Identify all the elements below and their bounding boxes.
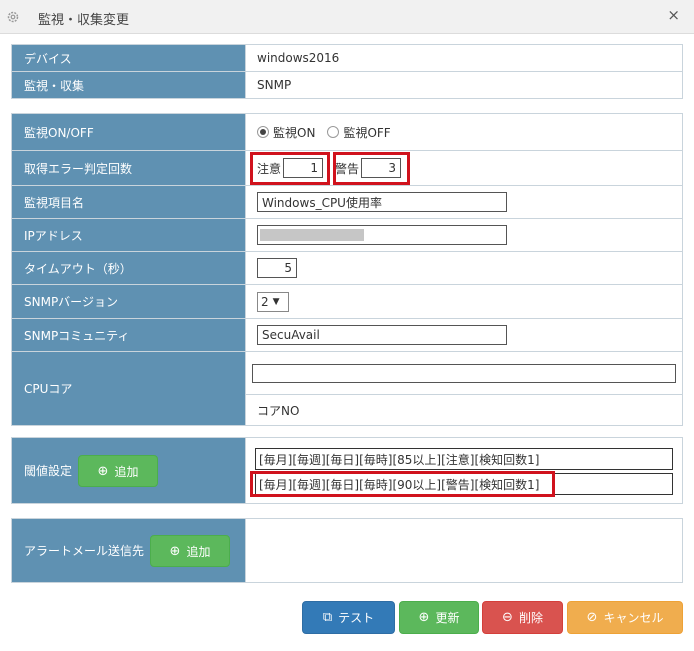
test-button-label: テスト [338, 611, 375, 625]
caution-input[interactable]: 1 [283, 158, 324, 178]
ip-row: IPアドレス [12, 219, 682, 252]
delete-button-label: 削除 [518, 611, 543, 625]
item-name-input[interactable]: Windows_CPU使用率 [257, 192, 507, 212]
minus-circle-icon: ⊖ [502, 610, 513, 625]
delete-button[interactable]: ⊖ 削除 [482, 601, 563, 634]
snmp-version-select[interactable]: 2 ▼ [257, 291, 289, 312]
warning-label: 警告 [335, 161, 360, 176]
collection-row: 監視・収集 SNMP [12, 72, 682, 99]
snmp-version-row: SNMPバージョン 2 ▼ [12, 285, 682, 319]
monitor-off-radio[interactable] [327, 126, 340, 138]
caution-label: 注意 [257, 161, 282, 176]
monitor-label: 監視ON/OFF [12, 114, 246, 150]
item-name-label: 監視項目名 [12, 186, 246, 218]
test-button[interactable]: ⧉ テスト [302, 601, 395, 634]
snmp-version-label: SNMPバージョン [12, 285, 246, 318]
network-icon: ⧉ [322, 610, 333, 625]
collection-label: 監視・収集 [12, 72, 246, 98]
snmp-community-input[interactable]: SecuAvail [257, 325, 507, 345]
cancel-button[interactable]: ⊘ キャンセル [567, 601, 683, 634]
threshold-add-button[interactable]: ⊕ 追加 [78, 455, 158, 487]
settings-table: 監視ON/OFF 監視ON 監視OFF 取得エラー判定回数 注意 1 警告 3 … [11, 113, 683, 426]
timeout-label: タイムアウト（秒） [12, 252, 246, 284]
cpu-core-caption: コアNO [257, 403, 300, 418]
threshold-add-label: 追加 [114, 464, 139, 479]
alert-mail-add-button[interactable]: ⊕ 追加 [150, 535, 230, 567]
monitor-off-label: 監視OFF [343, 125, 391, 140]
alert-mail-table: アラートメール送信先 [11, 518, 683, 583]
item-name-row: 監視項目名 Windows_CPU使用率 [12, 186, 682, 219]
timeout-row: タイムアウト（秒） 5 [12, 252, 682, 285]
cpu-core-label: CPUコア [12, 352, 246, 425]
dialog-titlebar: 監視・収集変更 × [0, 0, 694, 34]
threshold-label: 閾値設定 [24, 464, 73, 478]
error-count-values: 注意 1 警告 3 [246, 151, 682, 185]
alert-mail-row: アラートメール送信先 [12, 519, 682, 583]
ip-redaction-mask [260, 229, 364, 241]
monitor-options: 監視ON 監視OFF [246, 114, 682, 150]
plus-circle-icon: ⊕ [169, 543, 181, 559]
dropdown-arrow-icon: ▼ [272, 296, 280, 307]
threshold-line-1[interactable]: [毎月][毎週][毎日][毎時][85以上][注意][検知回数1] [255, 448, 673, 470]
plus-circle-icon: ⊕ [418, 610, 430, 625]
device-row: デバイス windows2016 [12, 45, 682, 72]
ban-icon: ⊘ [586, 610, 598, 625]
alert-mail-add-label: 追加 [186, 544, 211, 559]
snmp-community-label: SNMPコミュニティ [12, 319, 246, 351]
cpu-core-input[interactable] [252, 363, 676, 383]
threshold-line-2[interactable]: [毎月][毎週][毎日][毎時][90以上][警告][検知回数1] [255, 473, 673, 495]
device-label: デバイス [12, 45, 246, 71]
update-button-label: 更新 [435, 611, 460, 625]
update-button[interactable]: ⊕ 更新 [399, 601, 479, 634]
ip-input[interactable] [257, 225, 507, 245]
gear-icon [7, 11, 19, 23]
dialog-title: 監視・収集変更 [38, 13, 130, 28]
warning-input[interactable]: 3 [361, 158, 402, 178]
monitor-on-label: 監視ON [273, 125, 316, 140]
ip-label: IPアドレス [12, 219, 246, 251]
cancel-button-label: キャンセル [603, 611, 664, 625]
monitor-on-radio[interactable] [257, 126, 269, 138]
snmp-community-row: SNMPコミュニティ SecuAvail [12, 319, 682, 352]
collection-value: SNMP [246, 72, 682, 98]
plus-circle-icon: ⊕ [97, 463, 109, 479]
device-value: windows2016 [246, 45, 682, 71]
alert-mail-label: アラートメール送信先 [24, 544, 145, 558]
close-icon[interactable]: × [667, 6, 680, 24]
timeout-input[interactable]: 5 [257, 258, 297, 278]
error-count-label: 取得エラー判定回数 [12, 151, 246, 185]
device-info-table: デバイス windows2016 監視・収集 SNMP [11, 44, 683, 99]
cpu-core-row: CPUコア コアNO [12, 352, 682, 426]
snmp-version-value: 2 [261, 294, 269, 309]
monitor-row: 監視ON/OFF 監視ON 監視OFF [12, 114, 682, 151]
error-count-row: 取得エラー判定回数 注意 1 警告 3 [12, 151, 682, 186]
